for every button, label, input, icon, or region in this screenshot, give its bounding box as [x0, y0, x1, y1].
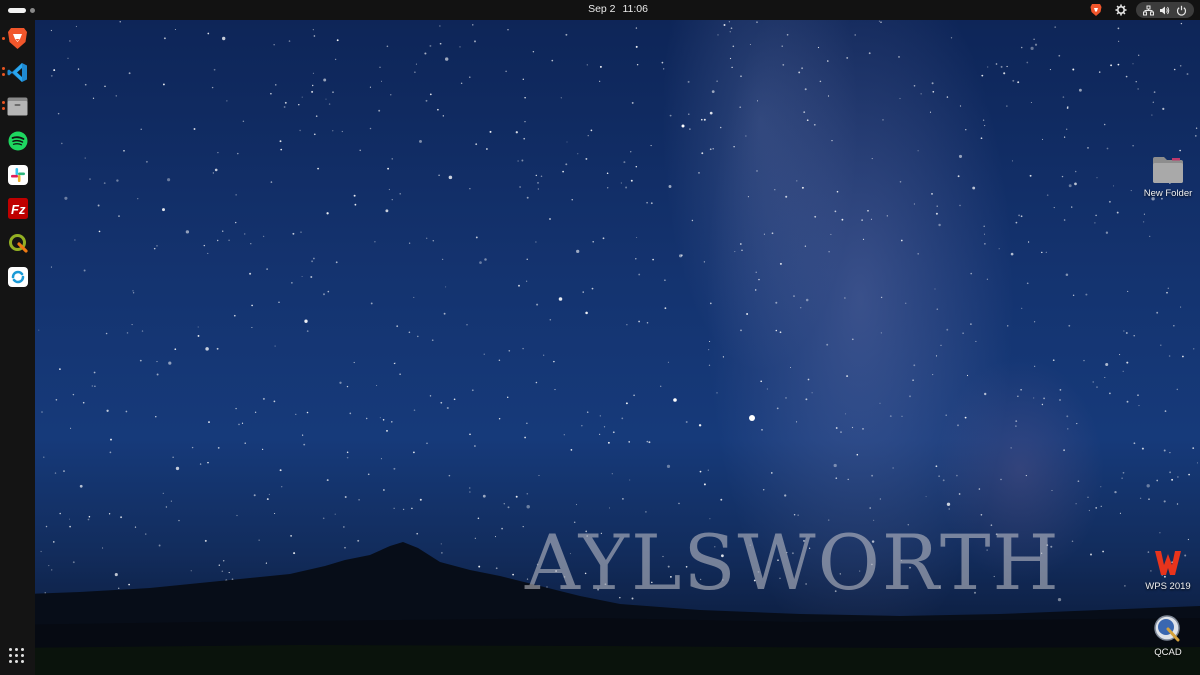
files-icon[interactable] [6, 95, 29, 118]
vscode-icon[interactable] [6, 61, 29, 84]
qgis-icon[interactable] [6, 231, 29, 254]
wps-icon [1155, 551, 1181, 575]
spotify-icon[interactable] [6, 129, 29, 152]
running-indicator [2, 67, 5, 70]
clock-date: Sep 2 [588, 3, 616, 15]
show-applications-button[interactable] [9, 648, 25, 664]
running-indicator [2, 107, 5, 110]
running-indicator [2, 73, 5, 76]
clock-time: 11:06 [622, 3, 648, 15]
clock-button[interactable]: Sep 2 11:06 [560, 3, 676, 15]
desktop-icon-qcad[interactable]: QCAD [1136, 614, 1200, 658]
desktop-icon-label: QCAD [1154, 647, 1182, 658]
desktop-icon-label: New Folder [1143, 188, 1193, 199]
desktop-icon-label: WPS 2019 [1145, 581, 1191, 592]
activities-button[interactable] [8, 6, 48, 14]
filezilla-icon[interactable]: Fz [6, 197, 29, 220]
top-bar: Sep 2 11:06 [0, 0, 1200, 20]
running-indicator [2, 101, 5, 104]
remote-desktop-icon[interactable] [6, 265, 29, 288]
slack-icon[interactable] [6, 163, 29, 186]
network-icon [1142, 5, 1154, 15]
desktop-icon-new-folder[interactable]: New Folder [1136, 155, 1200, 199]
dock: Fz [0, 20, 35, 675]
settings-tray-icon[interactable] [1115, 3, 1127, 17]
qcad-icon [1154, 615, 1180, 642]
volume-icon [1160, 6, 1170, 14]
svg-text:Fz: Fz [11, 202, 26, 217]
workspace-inactive-indicator [30, 7, 35, 13]
brave-tray-icon[interactable] [1090, 3, 1102, 17]
wallpaper-watermark-text: AYLSWORTH [525, 518, 1061, 607]
folder-icon [1153, 157, 1183, 183]
system-menu-button[interactable] [1136, 2, 1194, 18]
desktop[interactable]: AYLSWORTH Sep 2 11:06 Fz New Folder WPS … [0, 0, 1200, 675]
workspace-active-indicator [8, 7, 26, 13]
grid-icon [9, 648, 12, 651]
power-icon [1177, 5, 1187, 16]
desktop-icon-wps[interactable]: WPS 2019 [1136, 548, 1200, 592]
brave-browser-icon[interactable] [6, 27, 29, 50]
running-indicator [2, 37, 5, 40]
